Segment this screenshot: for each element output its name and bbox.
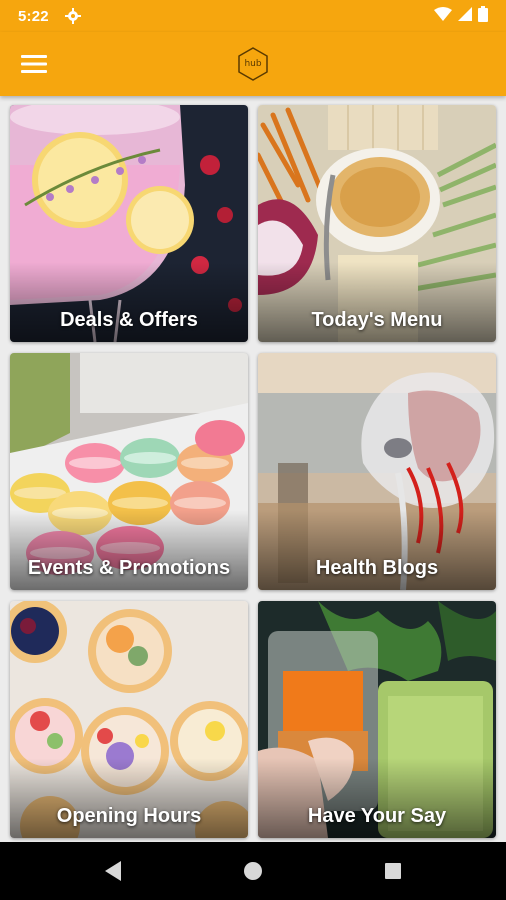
tile-events-promotions[interactable]: Events & Promotions bbox=[10, 353, 248, 590]
tile-label: Opening Hours bbox=[56, 805, 202, 827]
tile-label: Health Blogs bbox=[315, 557, 439, 579]
tile-grid: Deals & Offers Today's Menu Events & Pro… bbox=[0, 96, 506, 842]
logo-text: hub bbox=[244, 59, 262, 69]
gear-icon bbox=[64, 8, 81, 24]
battery-icon bbox=[478, 5, 488, 27]
tile-label: Events & Promotions bbox=[27, 557, 231, 579]
tile-label: Have Your Say bbox=[307, 805, 447, 827]
app-bar: hub bbox=[0, 32, 506, 96]
wifi-icon bbox=[434, 6, 452, 26]
tile-have-your-say[interactable]: Have Your Say bbox=[258, 601, 496, 838]
home-icon[interactable] bbox=[238, 856, 268, 886]
tile-todays-menu[interactable]: Today's Menu bbox=[258, 105, 496, 342]
tile-label: Today's Menu bbox=[311, 309, 443, 331]
tile-deals-offers[interactable]: Deals & Offers bbox=[10, 105, 248, 342]
status-icons bbox=[434, 5, 488, 27]
tile-health-blogs[interactable]: Health Blogs bbox=[258, 353, 496, 590]
status-bar: 5:22 bbox=[0, 0, 506, 32]
hamburger-menu-icon[interactable] bbox=[12, 42, 56, 86]
hub-logo-icon: hub bbox=[235, 46, 271, 82]
navigation-bar bbox=[0, 842, 506, 900]
recents-icon[interactable] bbox=[378, 856, 408, 886]
status-time: 5:22 bbox=[18, 7, 49, 25]
signal-icon bbox=[458, 6, 472, 26]
back-icon[interactable] bbox=[98, 856, 128, 886]
tile-label: Deals & Offers bbox=[60, 309, 198, 331]
tile-opening-hours[interactable]: Opening Hours bbox=[10, 601, 248, 838]
